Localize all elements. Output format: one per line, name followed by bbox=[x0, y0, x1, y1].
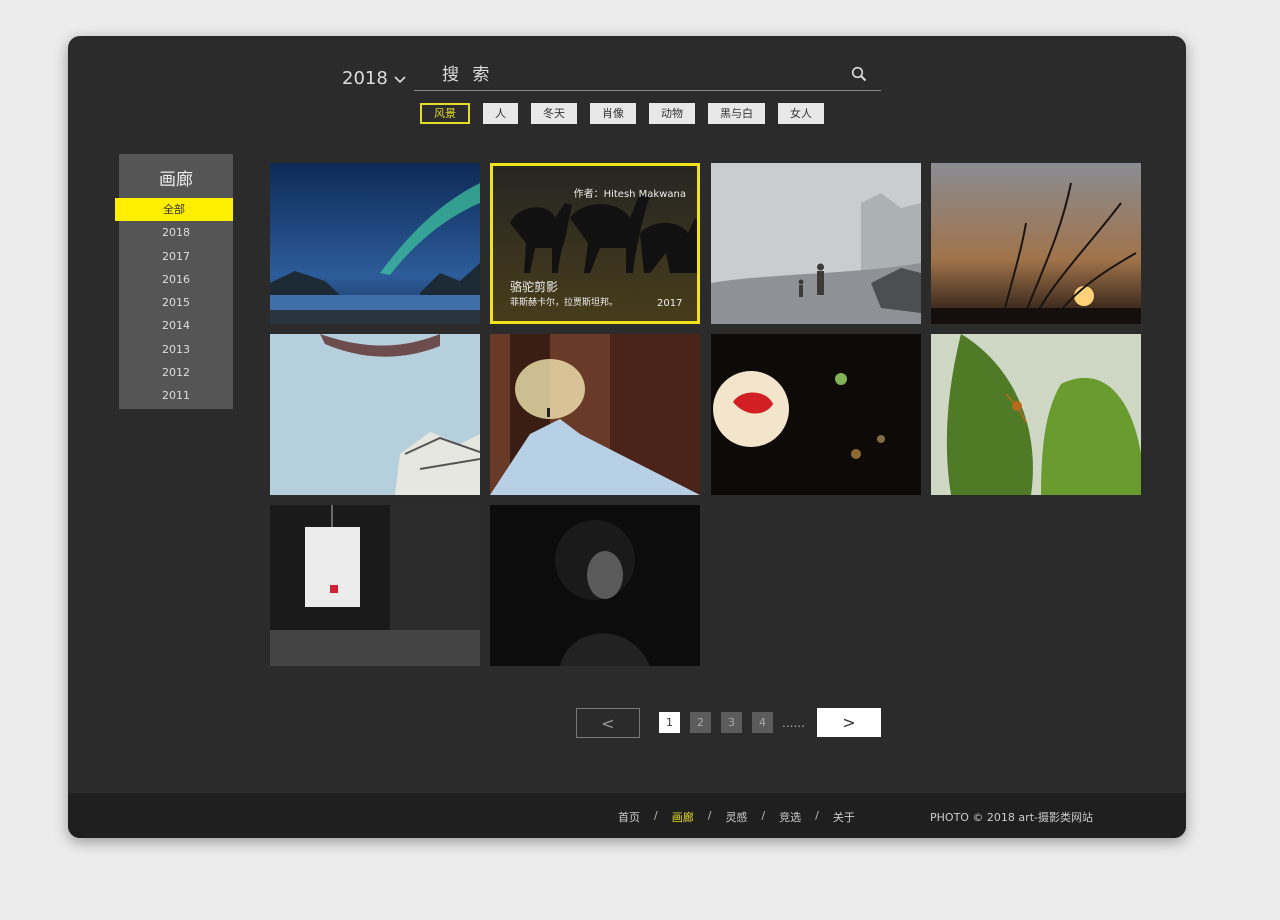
chevron-left-icon: < bbox=[601, 713, 615, 733]
page-3[interactable]: 3 bbox=[721, 712, 742, 733]
photo-year: 2017 bbox=[657, 298, 683, 309]
sidebar-item-2017[interactable]: 2017 bbox=[119, 245, 233, 268]
sidebar-item-all[interactable]: 全部 bbox=[115, 198, 233, 222]
sidebar-item-2015[interactable]: 2015 bbox=[119, 291, 233, 314]
tag-people[interactable]: 人 bbox=[483, 103, 518, 124]
tag-woman[interactable]: 女人 bbox=[778, 103, 824, 124]
photo-bw-portrait[interactable] bbox=[490, 505, 700, 666]
sidebar-item-2013[interactable]: 2013 bbox=[119, 338, 233, 361]
search-input[interactable] bbox=[414, 60, 844, 90]
copyright: PHOTO © 2018 art-摄影类网站 bbox=[930, 811, 1093, 824]
footer-link-home[interactable]: 首页 bbox=[618, 809, 640, 825]
photo-green-leaf-ant[interactable] bbox=[931, 334, 1141, 495]
page-ellipsis: ...... bbox=[782, 716, 805, 730]
tag-landscape[interactable]: 风景 bbox=[420, 103, 470, 124]
app-window: 2018 风景 人 冬天 肖像 动物 黑与白 女人 画廊 全部 2018 201… bbox=[68, 36, 1186, 838]
sidebar-title: 画廊 bbox=[159, 170, 193, 190]
footer-separator: / bbox=[654, 809, 658, 822]
photo-camel-silhouette[interactable]: 作者：Hitesh Makwana 骆驼剪影 菲斯赫卡尔，拉贾斯坦邦。 2017 bbox=[490, 163, 700, 324]
tag-filter-bar: 风景 人 冬天 肖像 动物 黑与白 女人 bbox=[420, 103, 837, 124]
year-value: 2018 bbox=[342, 68, 388, 89]
next-page-button[interactable]: > bbox=[817, 708, 881, 737]
footer-link-about[interactable]: 关于 bbox=[833, 809, 855, 825]
tag-black-white[interactable]: 黑与白 bbox=[708, 103, 765, 124]
year-dropdown[interactable]: 2018 bbox=[342, 68, 406, 89]
search-bar bbox=[414, 60, 881, 91]
photo-location: 菲斯赫卡尔，拉贾斯坦邦。 bbox=[510, 298, 619, 308]
chevron-down-icon bbox=[394, 75, 406, 83]
page-2[interactable]: 2 bbox=[690, 712, 711, 733]
footer-separator: / bbox=[815, 809, 819, 822]
photo-foggy-beach[interactable] bbox=[711, 163, 921, 324]
sidebar-item-2016[interactable]: 2016 bbox=[119, 268, 233, 291]
footer-link-contest[interactable]: 竞选 bbox=[779, 809, 801, 825]
sidebar-item-2011[interactable]: 2011 bbox=[119, 384, 233, 407]
photo-aurora[interactable] bbox=[270, 163, 480, 324]
sidebar-item-2018[interactable]: 2018 bbox=[119, 221, 233, 244]
tag-animal[interactable]: 动物 bbox=[649, 103, 695, 124]
footer-link-inspiration[interactable]: 灵感 bbox=[725, 809, 747, 825]
page-4[interactable]: 4 bbox=[752, 712, 773, 733]
chevron-right-icon: > bbox=[842, 713, 856, 732]
prev-page-button[interactable]: < bbox=[576, 708, 640, 738]
photo-author: 作者：Hitesh Makwana bbox=[573, 189, 686, 200]
footer: 首页 / 画廊 / 灵感 / 竞选 / 关于 PHOTO © 2018 art-… bbox=[68, 793, 1186, 838]
photo-grass-sunset[interactable] bbox=[931, 163, 1141, 324]
sidebar-item-2014[interactable]: 2014 bbox=[119, 314, 233, 337]
photo-lantern-night[interactable] bbox=[711, 334, 921, 495]
photo-paper-lantern[interactable] bbox=[270, 505, 480, 666]
photo-snowy-forest[interactable] bbox=[490, 334, 700, 495]
page-1[interactable]: 1 bbox=[659, 712, 680, 733]
footer-separator: / bbox=[761, 809, 766, 822]
pagination: < 1 2 3 4 ...... > bbox=[68, 708, 1186, 738]
tag-portrait[interactable]: 肖像 bbox=[590, 103, 636, 124]
photo-title: 骆驼剪影 bbox=[510, 280, 559, 294]
sidebar-item-2012[interactable]: 2012 bbox=[119, 361, 233, 384]
footer-nav: 首页 / 画廊 / 灵感 / 竞选 / 关于 bbox=[618, 809, 855, 825]
gallery-sidebar: 画廊 全部 2018 2017 2016 2015 2014 2013 2012… bbox=[115, 154, 233, 409]
photo-japanese-castle[interactable] bbox=[270, 334, 480, 495]
search-icon[interactable] bbox=[851, 66, 867, 82]
footer-link-gallery[interactable]: 画廊 bbox=[672, 809, 694, 825]
footer-separator: / bbox=[707, 809, 712, 822]
tag-winter[interactable]: 冬天 bbox=[531, 103, 577, 124]
